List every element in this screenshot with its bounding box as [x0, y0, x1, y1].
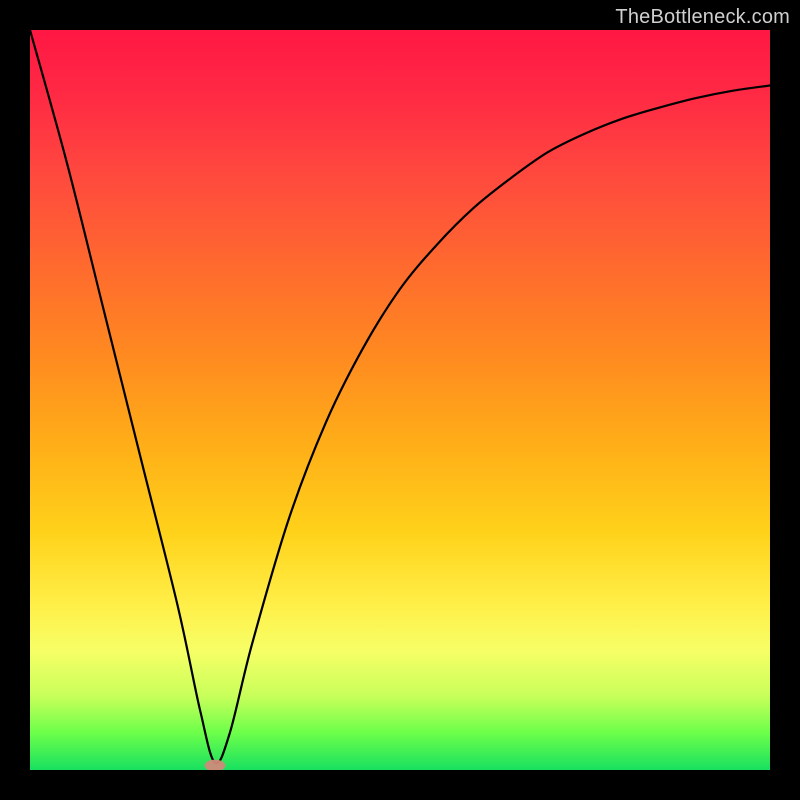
watermark-text: TheBottleneck.com: [615, 6, 790, 29]
bottleneck-curve: [30, 30, 770, 763]
chart-frame: TheBottleneck.com: [0, 0, 800, 800]
plot-area: [30, 30, 770, 770]
min-marker: [205, 760, 226, 770]
curve-svg: [30, 30, 770, 770]
